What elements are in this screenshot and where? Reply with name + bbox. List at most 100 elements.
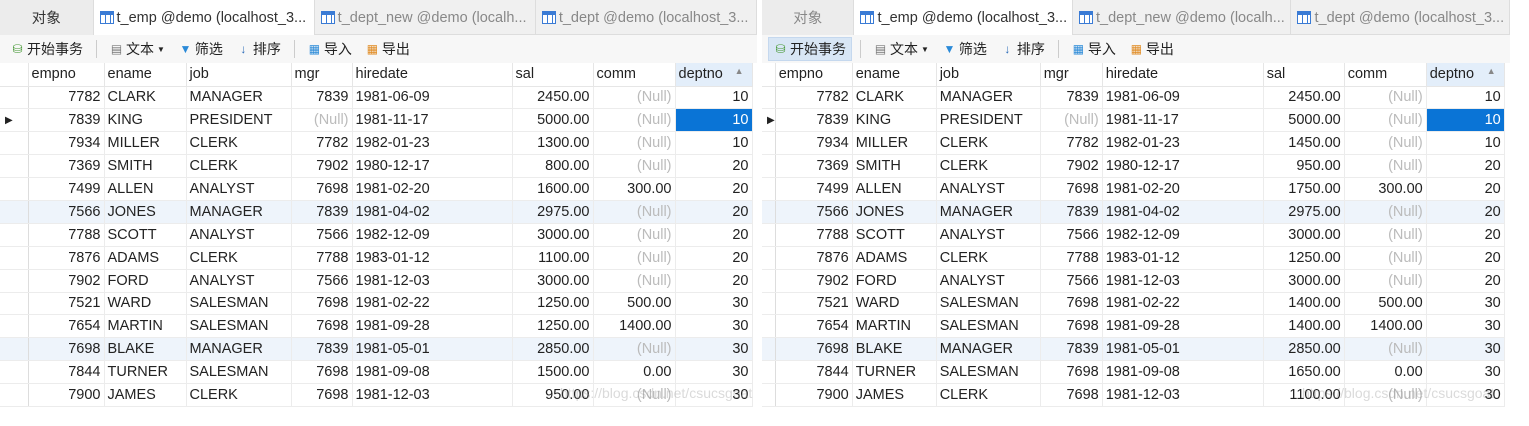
- table-row[interactable]: 7698 BLAKE MANAGER 7839 1981-05-01 2850.00 (Nu…: [0, 337, 753, 362]
- cell-ename[interactable]: ADAMS: [104, 246, 187, 270]
- row-selector[interactable]: [762, 177, 776, 201]
- cell-comm[interactable]: (Null): [1344, 200, 1427, 224]
- cell-ename[interactable]: FORD: [104, 269, 187, 293]
- cell-sal[interactable]: 2975.00: [1263, 200, 1345, 224]
- cell-hiredate[interactable]: 1983-01-12: [1102, 246, 1264, 270]
- cell-deptno[interactable]: 10: [675, 131, 753, 156]
- tab-objects[interactable]: 对象: [0, 0, 94, 35]
- cell-ename[interactable]: MARTIN: [852, 314, 937, 339]
- table-row[interactable]: 7521 WARD SALESMAN 7698 1981-02-22 1400.00 500…: [762, 292, 1505, 316]
- cell-ename[interactable]: JAMES: [104, 383, 187, 407]
- cell-comm[interactable]: (Null): [593, 108, 676, 133]
- cell-sal[interactable]: 2450.00: [512, 86, 594, 110]
- cell-empno[interactable]: 7839: [775, 108, 853, 133]
- cell-ename[interactable]: JAMES: [852, 383, 937, 407]
- row-selector[interactable]: [762, 223, 776, 247]
- cell-ename[interactable]: TURNER: [104, 360, 187, 385]
- cell-job[interactable]: ANALYST: [936, 177, 1041, 201]
- cell-comm[interactable]: (Null): [593, 86, 676, 110]
- cell-comm[interactable]: (Null): [1344, 86, 1427, 110]
- cell-deptno[interactable]: 10: [675, 108, 753, 133]
- row-selector[interactable]: [762, 360, 776, 385]
- cell-hiredate[interactable]: 1981-02-20: [1102, 177, 1264, 201]
- cell-deptno[interactable]: 30: [1426, 314, 1505, 339]
- cell-comm[interactable]: 300.00: [593, 177, 676, 201]
- tab-t-dept[interactable]: t_dept @demo (localhost_3...: [536, 0, 757, 35]
- filter-button[interactable]: ▼ 筛选: [938, 37, 992, 61]
- cell-empno[interactable]: 7902: [775, 269, 853, 293]
- cell-empno[interactable]: 7844: [28, 360, 105, 385]
- cell-empno[interactable]: 7654: [775, 314, 853, 339]
- table-row[interactable]: 7566 JONES MANAGER 7839 1981-04-02 2975.00 (Nu…: [762, 200, 1505, 224]
- cell-ename[interactable]: ALLEN: [852, 177, 937, 201]
- data-grid[interactable]: empno ename job mgr hiredate sal comm deptno ▲ 77…: [0, 63, 753, 407]
- row-selector[interactable]: [762, 292, 776, 316]
- table-row[interactable]: 7369 SMITH CLERK 7902 1980-12-17 950.00 (Null)…: [762, 154, 1505, 179]
- row-selector[interactable]: [0, 131, 29, 156]
- cell-hiredate[interactable]: 1981-04-02: [352, 200, 513, 224]
- cell-sal[interactable]: 800.00: [512, 154, 594, 179]
- column-header-sal[interactable]: sal: [512, 63, 594, 87]
- begin-transaction-button[interactable]: ⛁ 开始事务: [6, 37, 88, 61]
- table-row[interactable]: 7876 ADAMS CLERK 7788 1983-01-12 1100.00 (Null…: [0, 246, 753, 270]
- cell-deptno[interactable]: 20: [675, 246, 753, 270]
- cell-sal[interactable]: 2975.00: [512, 200, 594, 224]
- cell-mgr[interactable]: 7902: [1040, 154, 1103, 179]
- cell-comm[interactable]: (Null): [593, 269, 676, 293]
- cell-hiredate[interactable]: 1981-06-09: [352, 86, 513, 110]
- cell-sal[interactable]: 3000.00: [512, 223, 594, 247]
- table-row[interactable]: 7934 MILLER CLERK 7782 1982-01-23 1450.00 (Nul…: [762, 131, 1505, 156]
- cell-comm[interactable]: 300.00: [1344, 177, 1427, 201]
- cell-deptno[interactable]: 20: [1426, 269, 1505, 293]
- tab-t-dept-new[interactable]: t_dept_new @demo (localh...: [315, 0, 536, 35]
- cell-ename[interactable]: JONES: [852, 200, 937, 224]
- cell-comm[interactable]: (Null): [1344, 154, 1427, 179]
- cell-hiredate[interactable]: 1981-09-08: [352, 360, 513, 385]
- cell-sal[interactable]: 1650.00: [1263, 360, 1345, 385]
- cell-job[interactable]: MANAGER: [936, 337, 1041, 362]
- cell-sal[interactable]: 1250.00: [1263, 246, 1345, 270]
- table-row[interactable]: 7782 CLARK MANAGER 7839 1981-06-09 2450.00 (Nu…: [0, 86, 753, 110]
- cell-deptno[interactable]: 20: [1426, 154, 1505, 179]
- cell-mgr[interactable]: 7566: [291, 269, 353, 293]
- table-row[interactable]: 7566 JONES MANAGER 7839 1981-04-02 2975.00 (Nu…: [0, 200, 753, 224]
- row-selector[interactable]: [0, 314, 29, 339]
- cell-job[interactable]: CLERK: [936, 131, 1041, 156]
- cell-comm[interactable]: 1400.00: [593, 314, 676, 339]
- cell-job[interactable]: CLERK: [936, 383, 1041, 407]
- table-row[interactable]: 7521 WARD SALESMAN 7698 1981-02-22 1250.00 500…: [0, 292, 753, 316]
- cell-job[interactable]: PRESIDENT: [186, 108, 292, 133]
- cell-comm[interactable]: 0.00: [1344, 360, 1427, 385]
- cell-hiredate[interactable]: 1981-05-01: [352, 337, 513, 362]
- table-row[interactable]: 7788 SCOTT ANALYST 7566 1982-12-09 3000.00 (Nu…: [0, 223, 753, 247]
- current-row-marker-icon[interactable]: ▶: [762, 108, 776, 133]
- cell-job[interactable]: ANALYST: [936, 269, 1041, 293]
- cell-hiredate[interactable]: 1980-12-17: [1102, 154, 1264, 179]
- cell-ename[interactable]: SMITH: [104, 154, 187, 179]
- import-button[interactable]: ▦ 导入: [303, 37, 357, 61]
- table-row[interactable]: 7902 FORD ANALYST 7566 1981-12-03 3000.00 (Nul…: [762, 269, 1505, 293]
- cell-empno[interactable]: 7934: [775, 131, 853, 156]
- cell-job[interactable]: SALESMAN: [936, 314, 1041, 339]
- cell-mgr[interactable]: 7788: [1040, 246, 1103, 270]
- cell-mgr[interactable]: 7782: [291, 131, 353, 156]
- row-selector[interactable]: [762, 337, 776, 362]
- cell-ename[interactable]: MARTIN: [104, 314, 187, 339]
- cell-comm[interactable]: (Null): [1344, 246, 1427, 270]
- cell-hiredate[interactable]: 1982-01-23: [352, 131, 513, 156]
- cell-hiredate[interactable]: 1981-09-28: [352, 314, 513, 339]
- cell-comm[interactable]: 0.00: [593, 360, 676, 385]
- table-row[interactable]: 7900 JAMES CLERK 7698 1981-12-03 950.00 (Null)…: [0, 383, 753, 407]
- cell-sal[interactable]: 1300.00: [512, 131, 594, 156]
- table-row[interactable]: 7844 TURNER SALESMAN 7698 1981-09-08 1500.00 0…: [0, 360, 753, 385]
- cell-deptno[interactable]: 20: [1426, 177, 1505, 201]
- cell-mgr[interactable]: 7698: [291, 292, 353, 316]
- cell-deptno[interactable]: 10: [675, 86, 753, 110]
- cell-sal[interactable]: 1100.00: [512, 246, 594, 270]
- export-button[interactable]: ▦ 导出: [1125, 37, 1179, 61]
- cell-deptno[interactable]: 10: [1426, 86, 1505, 110]
- cell-job[interactable]: MANAGER: [186, 86, 292, 110]
- cell-deptno[interactable]: 10: [1426, 108, 1505, 133]
- tab-t-emp[interactable]: t_emp @demo (localhost_3...: [93, 0, 315, 35]
- column-header-job[interactable]: job: [186, 63, 292, 87]
